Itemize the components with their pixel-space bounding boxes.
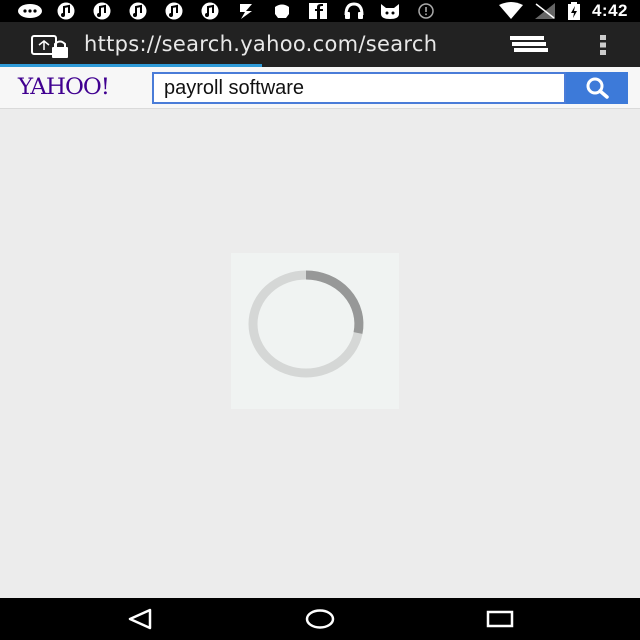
- search-icon: [586, 77, 609, 99]
- wifi-icon: [498, 2, 523, 19]
- recent-apps-button[interactable]: [480, 606, 520, 632]
- chat-bubble-icon: [18, 4, 42, 18]
- music-note-icon: [129, 2, 147, 20]
- headphones-icon: [344, 2, 364, 19]
- loading-spinner: [231, 253, 399, 409]
- url-field[interactable]: https://search.yahoo.com/search: [84, 32, 476, 58]
- music-note-icon: [57, 2, 75, 20]
- search-button[interactable]: [566, 72, 628, 104]
- secure-lock-icon[interactable]: [30, 34, 72, 60]
- browser-toolbar: https://search.yahoo.com/search: [0, 22, 640, 66]
- loading-spinner-icon: [248, 270, 364, 378]
- notification-icon: [275, 4, 289, 18]
- tabs-icon[interactable]: [510, 36, 548, 54]
- cat-icon: [381, 4, 399, 19]
- clock: 4:42: [591, 1, 628, 20]
- system-status: 4:42: [498, 1, 640, 21]
- back-button[interactable]: [120, 606, 160, 632]
- transfer-icon: [240, 4, 252, 19]
- battery-charging-icon: [567, 2, 580, 20]
- back-icon: [128, 608, 152, 630]
- yahoo-search-header: YAHOO! payroll software: [0, 67, 640, 109]
- yahoo-logo[interactable]: YAHOO!: [18, 75, 110, 100]
- signal-icon: [534, 3, 555, 19]
- notification-icons: [0, 2, 440, 20]
- home-button[interactable]: [300, 606, 340, 632]
- recent-apps-icon: [486, 610, 514, 628]
- navigation-bar: [0, 598, 640, 640]
- alert-icon: [418, 3, 434, 19]
- facebook-icon: [309, 3, 327, 19]
- overflow-menu-icon[interactable]: [598, 34, 608, 56]
- home-icon: [305, 609, 335, 629]
- status-bar: 4:42: [0, 0, 640, 22]
- music-note-icon: [93, 2, 111, 20]
- music-note-icon: [165, 2, 183, 20]
- search-input[interactable]: payroll software: [152, 72, 566, 104]
- music-note-icon: [201, 2, 219, 20]
